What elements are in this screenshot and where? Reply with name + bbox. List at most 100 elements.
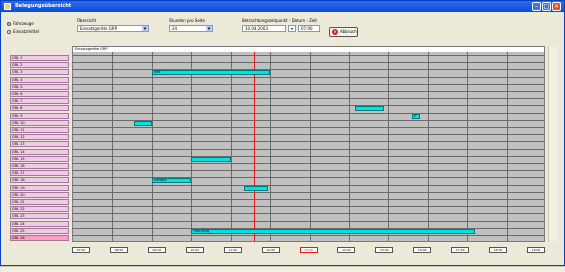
horizontal-scrollbar[interactable] (0, 266, 565, 272)
cancel-button[interactable]: ✕ Abbruch (329, 27, 358, 37)
time-tick-text: 14:00 (342, 248, 351, 252)
row-divider (73, 69, 544, 71)
hour-gridline (191, 52, 193, 241)
resource-row-label[interactable]: GRL 25 (10, 227, 69, 234)
resource-row-label[interactable]: GRL 15 (10, 155, 69, 162)
resource-row-label[interactable]: GRL 2 (10, 62, 69, 69)
time-tick-label: 07:0010.04. (72, 247, 90, 253)
booking-grid[interactable]: Einsatzgeräte GRP Info E Einsatz Fahrzeug (72, 46, 545, 242)
row-divider (73, 184, 544, 186)
reservation-bar[interactable]: Einsatz (151, 178, 192, 184)
time-tick-text: 13:00 (304, 248, 313, 252)
resource-row-label[interactable]: GRL 10 (10, 119, 69, 126)
row-divider (73, 112, 544, 114)
row-divider (73, 98, 544, 100)
app-window: Belegungsübersicht – □ × Fahrzeuge Einsa… (0, 0, 565, 266)
resource-row-label[interactable]: GRL 23 (10, 213, 69, 220)
resource-row-label[interactable]: GRL 16 (10, 163, 69, 169)
reservation-bar[interactable] (354, 106, 385, 112)
resource-row-label[interactable]: GRL 8 (10, 105, 69, 112)
resource-row-label[interactable]: GRL 19 (10, 184, 69, 191)
time-tick-label: 12:00 (261, 247, 280, 253)
date-input[interactable]: 10.04.2003 (242, 25, 286, 32)
resource-row-label[interactable]: GRL 26 (10, 235, 69, 241)
hours-label: Stunden pro Seite (169, 18, 205, 23)
reservation-bar[interactable] (244, 185, 269, 191)
overview-select[interactable]: Einsatzgeräte GRP ▼ (77, 25, 149, 32)
time-tick-text: 12:00 (266, 248, 275, 252)
resource-row-label[interactable]: GRL 3 (10, 69, 69, 76)
row-divider (73, 127, 544, 128)
resource-row-label[interactable]: GRL 24 (10, 220, 69, 227)
date-picker-button[interactable]: ▾ (288, 25, 296, 32)
maximize-button[interactable]: □ (542, 2, 551, 11)
resource-row-label[interactable]: GRL 11 (10, 127, 69, 133)
resource-row-label[interactable]: GRL 6 (10, 91, 69, 97)
row-divider (73, 235, 544, 236)
hours-select[interactable]: 24 ▼ (169, 25, 213, 32)
hour-gridline (230, 52, 232, 241)
row-divider (73, 155, 544, 157)
date-label: Betrachtungszeitpunkt - Datum - Zeit (242, 18, 317, 23)
row-divider (73, 55, 544, 56)
resource-row-label[interactable]: GRL 1 (10, 55, 69, 61)
toolbar: Fahrzeuge Einsatzmittel Übersicht Einsat… (1, 12, 564, 43)
row-divider (73, 105, 544, 107)
reservation-bar[interactable]: E (411, 113, 420, 119)
resource-row-label[interactable]: GRL 13 (10, 141, 69, 148)
hour-gridline (151, 52, 153, 241)
time-tick-text: 11:00 (228, 248, 237, 252)
hour-gridline (112, 52, 114, 241)
time-input[interactable]: 07:00 (298, 25, 320, 32)
row-divider (73, 177, 544, 179)
hour-gridline (270, 52, 272, 241)
reservation-bar[interactable]: Info (151, 70, 271, 76)
resource-row-label[interactable]: GRL 12 (10, 134, 69, 141)
time-tick-text: 10:00 (190, 248, 200, 252)
radio-unselected-icon (7, 30, 11, 34)
grid-header: Einsatzgeräte GRP (73, 47, 544, 52)
time-tick-text: 09:00 (152, 248, 162, 252)
time-tick-text: 08:00 (114, 248, 124, 252)
vertical-scrollbar[interactable] (548, 46, 557, 242)
chevron-down-icon: ▼ (206, 26, 212, 31)
reservation-bar[interactable] (134, 120, 152, 126)
row-divider (73, 206, 544, 208)
time-tick-text: 16:00 (417, 248, 427, 252)
resource-row-label[interactable]: GRL 17 (10, 170, 69, 177)
radio-vehicles[interactable]: Fahrzeuge (7, 21, 34, 27)
time-tick-label: 16:0011.04. (413, 247, 432, 253)
resource-row-label[interactable]: GRL 18 (10, 177, 69, 184)
resource-row-label[interactable]: GRL 14 (10, 148, 69, 155)
close-button[interactable]: × (552, 2, 561, 11)
resource-row-label[interactable]: GRL 9 (10, 112, 69, 119)
resource-row-label[interactable]: GRL 22 (10, 206, 69, 213)
resource-row-label[interactable]: GRL 21 (10, 199, 69, 205)
stop-icon: ✕ (332, 29, 338, 35)
resource-row-label[interactable]: GRL 20 (10, 191, 69, 198)
row-divider (73, 163, 544, 164)
title-bar[interactable]: Belegungsübersicht – □ × (1, 1, 564, 12)
chevron-down-icon: ▼ (142, 26, 148, 31)
resource-row-label[interactable]: GRL 7 (10, 98, 69, 105)
overview-label: Übersicht (77, 18, 97, 23)
resource-row-label[interactable]: GRL 4 (10, 76, 69, 83)
time-tick-text: 07:00 (76, 248, 86, 252)
minimize-button[interactable]: – (532, 2, 541, 11)
reservation-bar[interactable] (191, 156, 231, 162)
app-icon (4, 3, 11, 10)
row-divider (73, 170, 544, 172)
row-divider (73, 191, 544, 193)
time-tick-text: 19:00 (531, 248, 541, 252)
resource-row-label[interactable]: GRL 5 (10, 83, 69, 90)
reservation-bar[interactable]: Fahrzeug (191, 228, 476, 234)
time-tick-label: 14:00 (337, 247, 356, 253)
time-tick-label: 13:00 (299, 247, 318, 253)
row-divider (73, 220, 544, 222)
time-tick-label: 15:00 (375, 247, 394, 253)
row-divider (73, 91, 544, 92)
radio-resources[interactable]: Einsatzmittel (7, 29, 39, 35)
hour-gridline (506, 52, 508, 241)
hour-gridline (427, 52, 429, 241)
time-tick-label: 08:00 (109, 247, 128, 253)
